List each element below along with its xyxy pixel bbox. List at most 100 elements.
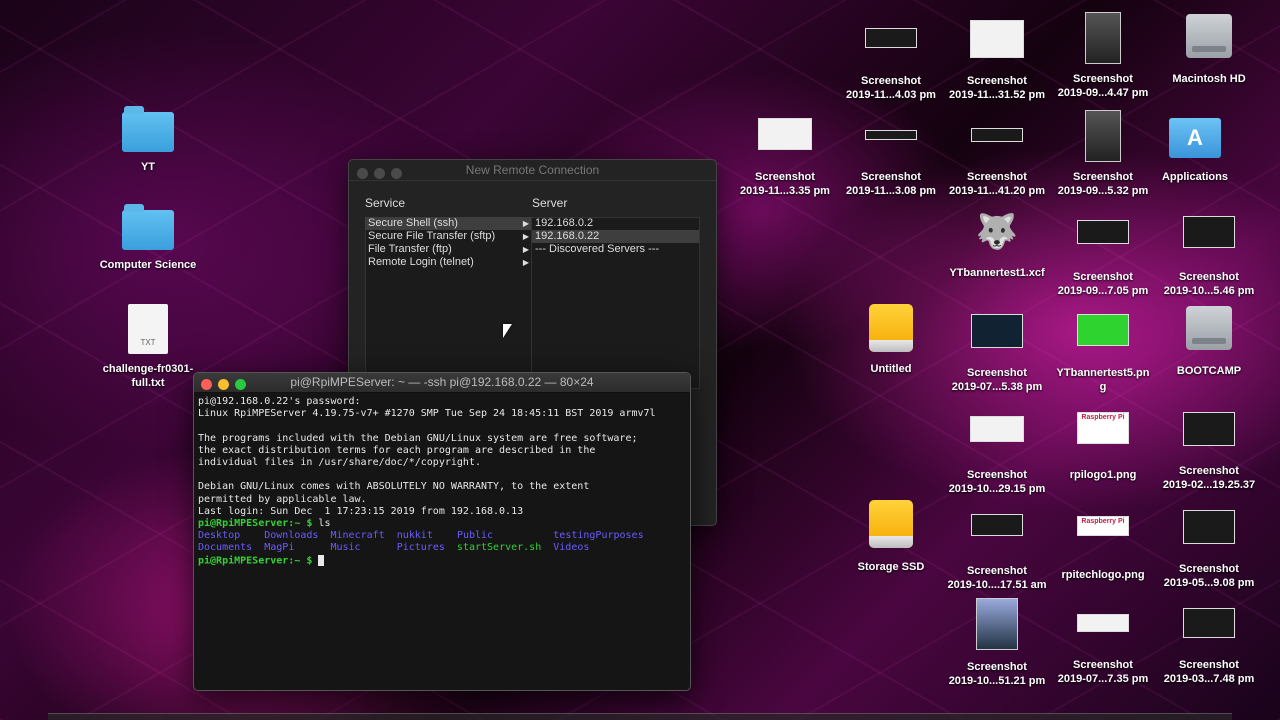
desktop-file-ytbannertest1-xcf[interactable]: 🐺 YTbannertest1.xcf	[942, 212, 1052, 280]
screenshot-thumbnail-icon	[1077, 614, 1129, 632]
desktop-icon-label: Screenshot	[967, 565, 1027, 577]
triangle-right-icon: ▶	[522, 219, 529, 228]
output-line: individual files in /usr/share/doc/*/cop…	[198, 457, 481, 469]
minimize-button[interactable]	[218, 379, 229, 390]
file-badge: TXT	[140, 338, 156, 347]
window-titlebar[interactable]: New Remote Connection	[349, 160, 716, 181]
screenshot-thumbnail-icon	[971, 314, 1023, 348]
desktop-folder-computer-science[interactable]: Computer Science	[93, 204, 203, 272]
desktop-file-screenshot[interactable]: Screenshot 2019-07...5.38 pm	[942, 314, 1052, 394]
desktop-file-screenshot[interactable]: Screenshot 2019-10...29.15 pm	[942, 416, 1052, 496]
hard-drive-icon	[1186, 306, 1232, 350]
desktop-icon-label: Screenshot	[1073, 659, 1133, 671]
photo-thumbnail-icon	[1085, 110, 1121, 162]
desktop-file-screenshot[interactable]: Screenshot 2019-02...19.25.37	[1154, 412, 1264, 492]
desktop-file-screenshot[interactable]: Screenshot 2019-11...4.03 pm	[836, 14, 946, 102]
window-controls	[357, 165, 408, 185]
service-item-sftp[interactable]: Secure File Transfer (sftp) ▶	[365, 230, 531, 243]
desktop-icon-label: Computer Science	[99, 259, 197, 271]
desktop-file-screenshot[interactable]: Screenshot 2019-11...41.20 pm	[942, 118, 1052, 198]
output-line: Linux RpiMPEServer 4.19.75-v7+ #1270 SMP…	[198, 408, 656, 420]
ls-entry-dir: MagPi	[264, 542, 295, 554]
thumbnail-text: Raspberry Pi	[1081, 414, 1125, 421]
desktop-icon-sublabel: 2019-11...3.35 pm	[740, 185, 830, 197]
output-line: pi@192.168.0.22's password:	[198, 396, 361, 407]
desktop-icon-sublabel: 2019-07...7.35 pm	[1057, 673, 1149, 685]
service-label: Secure File Transfer (sftp)	[368, 230, 496, 242]
close-button[interactable]	[357, 168, 368, 179]
terminal-title: pi@RpiMPEServer: ~ — -ssh pi@192.168.0.2…	[290, 375, 594, 389]
applications-folder-icon: A	[1169, 118, 1221, 158]
desktop-icon-label: Macintosh HD	[1172, 73, 1246, 85]
desktop-icon-sublabel: 2019-03...7.48 pm	[1163, 673, 1255, 685]
terminal-window[interactable]: pi@RpiMPEServer: ~ — -ssh pi@192.168.0.2…	[193, 372, 691, 691]
desktop-icon-sublabel: 2019-11...4.03 pm	[846, 89, 936, 101]
desktop-icon-label: rpitechlogo.png	[1061, 569, 1145, 581]
desktop-icon-label: Screenshot	[1179, 659, 1239, 671]
desktop-icon-label: Screenshot	[967, 171, 1027, 183]
desktop-drive-macintosh-hd[interactable]: Macintosh HD	[1154, 14, 1264, 86]
terminal-output[interactable]: pi@192.168.0.22's password: Linux RpiMPE…	[194, 393, 690, 570]
screenshot-thumbnail-icon	[1183, 608, 1235, 638]
ls-entry-dir: nukkit	[396, 530, 433, 542]
desktop-drive-untitled[interactable]: Untitled	[836, 304, 946, 376]
ls-entry-dir: Public	[456, 530, 494, 542]
service-item-ssh[interactable]: Secure Shell (ssh) ▶	[365, 217, 531, 230]
desktop-file-screenshot[interactable]: Screenshot 2019-10...5.46 pm	[1154, 216, 1264, 298]
discovered-servers-separator: --- Discovered Servers ---	[535, 243, 660, 255]
command-text: ls	[318, 518, 331, 530]
desktop-file-screenshot[interactable]: Screenshot 2019-11...3.35 pm	[730, 118, 840, 198]
desktop-icon-label: YTbannertest5.pn	[1056, 367, 1150, 379]
desktop-file-screenshot[interactable]: Screenshot 2019-10....17.51 am	[942, 514, 1052, 592]
zoom-button[interactable]	[235, 379, 246, 390]
close-button[interactable]	[201, 379, 212, 390]
service-item-ftp[interactable]: File Transfer (ftp) ▶	[365, 243, 531, 256]
desktop-icon-label: Screenshot	[755, 171, 815, 183]
output-line: Debian GNU/Linux comes with ABSOLUTELY N…	[198, 481, 590, 493]
ls-entry-dir: testingPurposes	[553, 530, 644, 542]
dock-edge[interactable]	[48, 713, 1232, 720]
desktop-icon-label: Screenshot	[967, 661, 1027, 673]
desktop-drive-bootcamp[interactable]: BOOTCAMP	[1154, 306, 1264, 378]
desktop-icon-sublabel: 2019-09...5.32 pm	[1057, 185, 1149, 197]
desktop-file-screenshot[interactable]: Screenshot 2019-09...4.47 pm	[1048, 12, 1158, 100]
desktop-file-ytbannertest5-png[interactable]: YTbannertest5.pn g	[1048, 314, 1158, 394]
desktop-file-screenshot[interactable]: Screenshot 2019-07...7.35 pm	[1048, 614, 1158, 686]
desktop-file-screenshot[interactable]: Screenshot 2019-05...9.08 pm	[1154, 510, 1264, 590]
desktop-icon-label: Screenshot	[1179, 563, 1239, 575]
minimize-button[interactable]	[374, 168, 385, 179]
desktop-file-rpilogo1-png[interactable]: Raspberry Pi rpilogo1.png	[1048, 412, 1158, 482]
desktop-icon-sublabel: 2019-10....17.51 am	[947, 579, 1047, 591]
server-item-selected[interactable]: 192.168.0.22	[532, 230, 699, 243]
desktop-file-challenge-txt[interactable]: TXT challenge-fr0301-full.txt	[93, 304, 203, 390]
screenshot-thumbnail-icon	[970, 416, 1024, 442]
triangle-right-icon: ▶	[522, 232, 529, 241]
desktop-file-screenshot[interactable]: Screenshot 2019-09...7.05 pm	[1048, 220, 1158, 298]
screenshot-thumbnail-icon	[865, 130, 917, 140]
zoom-button[interactable]	[391, 168, 402, 179]
desktop-file-screenshot[interactable]: Screenshot 2019-11...31.52 pm	[942, 14, 1052, 102]
desktop-icon-sublabel: g	[1099, 381, 1107, 393]
desktop-icon-sublabel: 2019-05...9.08 pm	[1163, 577, 1255, 589]
desktop-file-rpitechlogo-png[interactable]: Raspberry Pi rpitechlogo.png	[1048, 516, 1158, 582]
server-item[interactable]: 192.168.0.2	[532, 217, 699, 230]
server-list[interactable]: 192.168.0.2 192.168.0.22 --- Discovered …	[531, 217, 699, 387]
desktop-folder-yt[interactable]: YT	[93, 106, 203, 174]
screenshot-thumbnail-icon	[1183, 510, 1235, 544]
terminal-titlebar[interactable]: pi@RpiMPEServer: ~ — -ssh pi@192.168.0.2…	[194, 373, 690, 393]
service-list[interactable]: Secure Shell (ssh) ▶ Secure File Transfer…	[365, 217, 531, 387]
desktop-icon-label: Screenshot	[861, 75, 921, 87]
desktop-file-screenshot[interactable]: Screenshot 2019-11...3.08 pm	[836, 118, 946, 198]
triangle-right-icon: ▶	[522, 258, 529, 267]
image-thumbnail-icon	[1077, 314, 1129, 346]
desktop-file-screenshot[interactable]: Screenshot 2019-10...51.21 pm	[942, 598, 1052, 688]
desktop-icon-sublabel: 2019-10...5.46 pm	[1163, 285, 1255, 297]
desktop-folder-applications[interactable]: A Applications	[1140, 118, 1250, 184]
desktop-drive-storage-ssd[interactable]: Storage SSD	[836, 500, 946, 574]
ls-entry-dir: Desktop	[198, 530, 241, 542]
gimp-icon: 🐺	[975, 213, 1019, 251]
screenshot-thumbnail-icon	[971, 514, 1023, 536]
service-item-telnet[interactable]: Remote Login (telnet) ▶	[365, 256, 531, 269]
desktop-file-screenshot[interactable]: Screenshot 2019-03...7.48 pm	[1154, 608, 1264, 686]
desktop-icon-label: Screenshot	[1073, 271, 1133, 283]
